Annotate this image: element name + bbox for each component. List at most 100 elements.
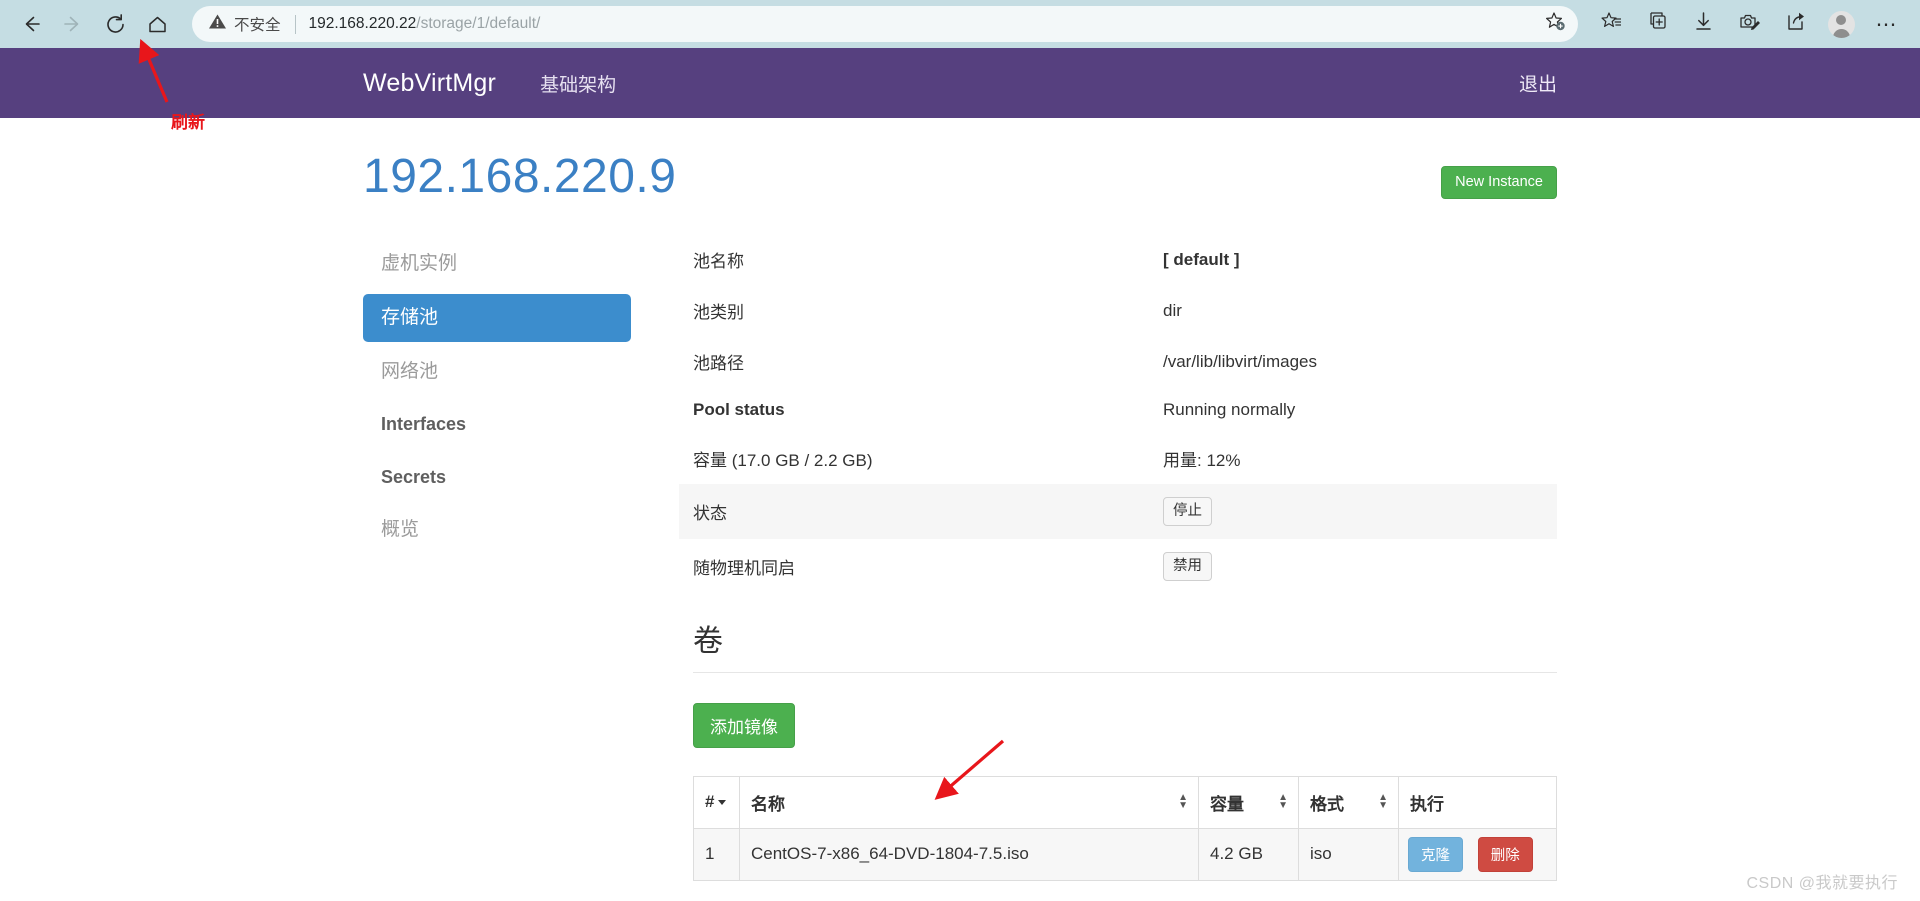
detail-value-pool-status: Running normally (1163, 400, 1296, 419)
annotation-label-refresh: 刷新 (171, 113, 205, 132)
detail-row-pool-type: 池类别 dir (679, 285, 1557, 336)
address-bar[interactable]: 不安全 192.168.220.22/storage/1/default/ (192, 6, 1578, 42)
sidebar-item-interfaces[interactable]: Interfaces (363, 401, 631, 448)
security-status-label: 不安全 (234, 17, 281, 34)
screenshot-button[interactable] (1726, 3, 1772, 45)
add-favorite-button[interactable] (1538, 7, 1572, 41)
nav-logout-link[interactable]: 退出 (1519, 70, 1557, 97)
favorites-button[interactable] (1588, 3, 1634, 45)
chevron-down-icon (718, 800, 727, 806)
sidebar-item-instances[interactable]: 虚机实例 (363, 240, 631, 288)
back-arrow-icon (20, 13, 42, 35)
detail-key-capacity: 容量 (17.0 GB / 2.2 GB) (693, 451, 873, 470)
sidebar-item-secrets[interactable]: Secrets (363, 454, 631, 501)
detail-row-state: 状态 停止 (679, 484, 1557, 539)
settings-more-icon: ⋯ (1875, 12, 1899, 36)
app-navbar: WebVirtMgr 基础架构 退出 (0, 48, 1920, 118)
forward-arrow-icon (62, 13, 84, 35)
delete-volume-button[interactable]: 删除 (1477, 836, 1533, 872)
sidebar-item-network-pools[interactable]: 网络池 (363, 348, 631, 396)
home-button[interactable] (136, 3, 178, 45)
watermark: CSDN @我就要执行 (1746, 875, 1898, 892)
sidebar-item-overview[interactable]: 概览 (363, 506, 631, 554)
sort-updown-icon: ▲ ▼ (1178, 792, 1188, 812)
url-host: 192.168.220.22 (308, 15, 417, 32)
detail-key-pool-type: 池类别 (693, 303, 744, 322)
detail-row-pool-path: 池路径 /var/lib/libvirt/images (679, 336, 1557, 387)
browser-toolbar: 不安全 192.168.220.22/storage/1/default/ ⋯ (0, 0, 1920, 48)
column-header-format[interactable]: 格式 ▲ ▼ (1298, 775, 1399, 829)
cell-format: iso (1298, 827, 1399, 881)
detail-row-pool-status: Pool status Running normally (679, 387, 1557, 433)
detail-key-state: 状态 (693, 503, 727, 523)
collections-button[interactable] (1634, 3, 1680, 45)
cell-size: 4.2 GB (1198, 827, 1299, 881)
detail-key-autostart: 随物理机同启 (693, 558, 795, 578)
reload-button[interactable] (94, 3, 136, 45)
sidebar-nav: 虚机实例 存储池 网络池 Interfaces Secrets 概览 (363, 234, 631, 594)
new-instance-button[interactable]: New Instance (1441, 166, 1557, 200)
downloads-button[interactable] (1680, 3, 1726, 45)
detail-row-capacity: 容量 (17.0 GB / 2.2 GB) 用量: 12% (679, 433, 1557, 484)
column-header-name[interactable]: 名称 ▲ ▼ (739, 775, 1199, 829)
column-header-actions: 执行 (1398, 775, 1557, 829)
volumes-table-body: 1 CentOS-7-x86_64-DVD-1804-7.5.iso 4.2 G… (693, 827, 1557, 881)
page-root: WebVirtMgr 基础架构 退出 192.168.220.9 New Ins… (0, 48, 1920, 901)
detail-value-autostart: 禁用 (1149, 539, 1557, 594)
detail-row-autostart: 随物理机同启 禁用 (679, 539, 1557, 594)
cell-index: 1 (693, 827, 740, 881)
sort-updown-icon: ▲ ▼ (1378, 792, 1388, 812)
security-status[interactable]: 不安全 (208, 12, 281, 36)
omnibox-divider (294, 14, 296, 34)
add-image-button[interactable]: 添加镜像 (693, 702, 795, 748)
star-add-icon (1545, 11, 1566, 37)
detail-row-pool-name: 池名称 [ default ] (679, 234, 1557, 285)
nav-link-infrastructure[interactable]: 基础架构 (540, 70, 616, 97)
url-text: 192.168.220.22/storage/1/default/ (309, 15, 1538, 33)
column-header-size[interactable]: 容量 ▲ ▼ (1198, 775, 1299, 829)
share-icon (1784, 10, 1807, 38)
detail-key-pool-path: 池路径 (693, 354, 744, 373)
sidebar-item-storage-pools[interactable]: 存储池 (363, 293, 631, 342)
app-brand[interactable]: WebVirtMgr (363, 69, 496, 98)
detail-value-usage: 用量: 12% (1163, 451, 1241, 470)
share-button[interactable] (1772, 3, 1818, 45)
page-header: 192.168.220.9 New Instance (363, 118, 1557, 234)
browser-tool-icons: ⋯ (1588, 3, 1910, 45)
collections-icon (1646, 10, 1669, 38)
page-content: 192.168.220.9 New Instance 虚机实例 存储池 网络池 … (0, 118, 1920, 881)
detail-value-pool-name: [ default ] (1163, 249, 1240, 269)
clone-volume-button[interactable]: 克隆 (1408, 836, 1463, 872)
forward-button[interactable] (52, 3, 94, 45)
page-title: 192.168.220.9 (363, 149, 677, 203)
column-header-index[interactable]: # (693, 775, 740, 829)
volumes-table-head: # 名称 ▲ ▼ 容量 ▲ ▼ 格式 ▲ ▼ 执行 (693, 775, 1557, 829)
home-icon (146, 13, 169, 36)
volumes-table: # 名称 ▲ ▼ 容量 ▲ ▼ 格式 ▲ ▼ 执行 1 CentOS-7-x86_64-DV… (693, 775, 1557, 881)
detail-value-pool-type: dir (1163, 300, 1182, 320)
settings-more-button[interactable]: ⋯ (1864, 3, 1910, 45)
downloads-icon (1692, 10, 1715, 38)
detail-key-pool-status: Pool status (693, 400, 785, 419)
table-header-row: # 名称 ▲ ▼ 容量 ▲ ▼ 格式 ▲ ▼ 执行 (693, 775, 1557, 829)
favorites-icon (1600, 10, 1623, 38)
stop-pool-button[interactable]: 停止 (1163, 497, 1212, 526)
not-secure-warning-icon (208, 12, 227, 36)
cell-actions: 克隆 删除 (1398, 827, 1557, 881)
screenshot-icon (1738, 10, 1761, 38)
detail-value-state: 停止 (1149, 484, 1557, 539)
profile-button[interactable] (1818, 3, 1864, 45)
detail-key-pool-name: 池名称 (693, 252, 744, 271)
disable-autostart-button[interactable]: 禁用 (1163, 551, 1212, 581)
pool-details: 池名称 [ default ] 池类别 dir 池路径 /var/lib/lib… (631, 234, 1557, 594)
reload-icon (104, 13, 127, 36)
table-row: 1 CentOS-7-x86_64-DVD-1804-7.5.iso 4.2 G… (693, 827, 1557, 881)
back-button[interactable] (10, 3, 52, 45)
cell-name: CentOS-7-x86_64-DVD-1804-7.5.iso (739, 827, 1199, 881)
detail-value-pool-path: /var/lib/libvirt/images (1163, 351, 1317, 371)
volumes-divider (693, 671, 1557, 673)
volumes-section: 卷 添加镜像 # 名称 ▲ ▼ 容量 ▲ ▼ 格式 ▲ ▼ 执行 1 CentO… (363, 594, 1557, 881)
volumes-title: 卷 (693, 624, 723, 658)
url-path: /storage/1/default/ (416, 15, 541, 32)
pool-detail-table: 池名称 [ default ] 池类别 dir 池路径 /var/lib/lib… (679, 234, 1557, 594)
